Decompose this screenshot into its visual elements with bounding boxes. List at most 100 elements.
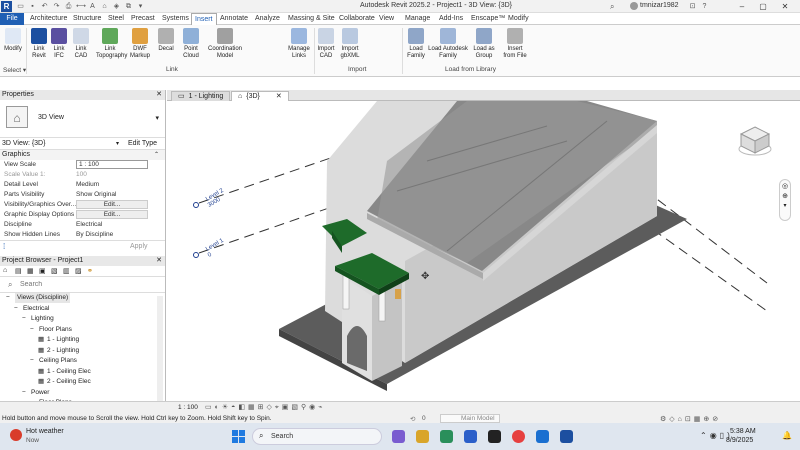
collapse-toggle-icon[interactable]: − [30,325,34,335]
viewcube-icon[interactable] [737,123,773,159]
tab-insert[interactable]: Insert [191,13,217,25]
ribbon-button-modify[interactable]: Modify [2,28,24,53]
search-icon[interactable]: ⌕ [610,2,620,11]
collapse-toggle-icon[interactable]: − [22,314,26,324]
window[interactable] [395,289,401,299]
close-tab-icon[interactable]: ✕ [276,93,282,100]
ribbon-button-link-cad[interactable]: Link CAD [70,28,92,60]
browser-search[interactable]: ⌕ [0,277,165,293]
type-selector[interactable]: ⌂ 3D View ▾ [0,100,165,138]
3d-icon[interactable]: ⌂ [100,2,109,11]
level-2-head[interactable] [193,202,199,208]
tab-architecture[interactable]: Architecture [27,13,70,25]
print-icon[interactable]: ⎙ [64,2,73,11]
property-value[interactable]: Edit... [76,210,148,219]
app-icon[interactable] [464,430,477,443]
property-row[interactable]: Parts Visibility Show Original [0,190,165,200]
property-row[interactable]: Scale Value 1: 100 [0,170,165,180]
table-icon[interactable]: ▦ [27,267,34,275]
revit-taskbar-icon[interactable] [560,430,573,443]
undo-icon[interactable]: ↶ [40,2,49,11]
tab-collaborate[interactable]: Collaborate [336,13,378,25]
revit-logo-icon[interactable]: R [1,1,12,12]
tree-item[interactable]: ▦ 1 - Ceiling Elec [0,367,165,378]
clock-time[interactable]: 5:38 AM [730,428,756,435]
tree-item[interactable]: − Electrical [0,304,165,315]
chrome-icon[interactable] [512,430,525,443]
close-button[interactable]: ✕ [778,1,792,12]
property-value[interactable]: By Discipline [76,230,113,240]
property-value[interactable]: 100 [76,170,87,180]
family-icon[interactable]: ▣ [39,267,46,275]
property-row[interactable]: Detail Level Medium [0,180,165,190]
building-model[interactable]: Level 2 3000 Level 1 0 ✥ [167,100,800,401]
notification-icon[interactable]: 🔔 [782,431,792,440]
tab-structure[interactable]: Structure [70,13,104,25]
group-icon[interactable]: ▧ [51,267,58,275]
property-value[interactable]: 1 : 100 [76,160,148,169]
collapse-icon[interactable]: ⌃ [154,150,159,160]
link-icon[interactable]: ⚭ [87,267,93,275]
taskbar-search[interactable]: ⌕ Search [252,428,382,445]
collapse-toggle-icon[interactable]: − [6,293,10,303]
tree-item[interactable]: ▦ 2 - Ceiling Elec [0,377,165,388]
text-icon[interactable]: A [88,2,97,11]
ribbon-button-load-family[interactable]: Load Family [406,28,426,60]
weather-title[interactable]: Hot weather [26,428,64,435]
user-name[interactable]: tmnizar1982 [640,2,679,9]
ribbon-button-load-as-group[interactable]: Load as Group [470,28,498,60]
maximize-button[interactable]: ▢ [756,1,770,12]
collapse-toggle-icon[interactable]: − [14,304,18,314]
3d-viewport[interactable]: Level 2 3000 Level 1 0 ✥ ◎ ⊕ ▾ [167,100,800,401]
more-icon[interactable]: ▾ [136,2,145,11]
ribbon-button-decal[interactable]: Decal [155,28,177,53]
tab-file[interactable]: File [0,13,24,25]
close-browser-icon[interactable]: ✕ [156,256,162,266]
dropdown-icon[interactable]: ▾ [116,140,119,147]
tab-massing-site[interactable]: Massing & Site [285,13,338,25]
tab-add-ins[interactable]: Add-Ins [436,13,466,25]
home-icon[interactable]: ⌂ [3,267,7,274]
panel-select-label[interactable]: Select ▾ [3,66,26,74]
ribbon-button-import-gbxml[interactable]: Import gbXML [338,28,362,60]
tree-item[interactable]: ▦ 1 - Lighting [0,335,165,346]
steering-wheel-icon[interactable]: ◎ [780,182,790,190]
ribbon-button-link-ifc[interactable]: Link IFC [50,28,68,60]
app-icon[interactable] [440,430,453,443]
tree-item[interactable]: −Floor Plans [0,325,165,336]
ribbon-button-dwf-markup[interactable]: DWF Markup [127,28,153,60]
ribbon-button-manage-links[interactable]: Manage Links [286,28,312,60]
level-1-head[interactable] [193,252,199,258]
view-selector[interactable]: 3D View: {3D} [2,140,45,147]
close-hidden-icon[interactable]: ⧉ [124,2,133,11]
ribbon-button-point-cloud[interactable]: Point Cloud [180,28,202,60]
tree-item[interactable]: − Power [0,388,165,399]
edit-type-button[interactable]: Edit Type [128,140,157,147]
help-icon[interactable]: ? [700,2,709,11]
view-control-icons[interactable]: ▭◐☀◓◧▦⊞◇⌖▣▧⚲◉⌁ [205,403,325,412]
tab-3d[interactable]: ⌂ {3D} ✕ [231,91,289,101]
ribbon-button-link-topography[interactable]: Link Topography [96,28,127,60]
property-value[interactable]: Medium [76,180,99,190]
view-scale[interactable]: 1 : 100 [178,404,198,411]
open-icon[interactable]: ▭ [16,2,25,11]
collapse-toggle-icon[interactable]: − [22,388,26,398]
tray-icons[interactable]: ⌃◉▯) [700,431,733,440]
help-properties-icon[interactable]: ⁞ [3,242,5,251]
tab-enscape[interactable]: Enscape™ [468,13,508,25]
redo-icon[interactable]: ↷ [52,2,61,11]
viewcube[interactable] [737,123,773,159]
app-icon[interactable] [392,430,405,443]
weather-icon[interactable] [10,429,22,441]
tab-manage[interactable]: Manage [402,13,433,25]
ribbon-button-import-cad[interactable]: Import CAD [316,28,336,60]
close-properties-icon[interactable]: ✕ [156,90,162,100]
tab-view[interactable]: View [376,13,397,25]
tree-item[interactable]: − Views (Discipline) [0,293,165,304]
ribbon-button-load-autodesk-family[interactable]: Load Autodesk Family [428,28,468,60]
tab-precast[interactable]: Precast [128,13,158,25]
property-row[interactable]: Show Hidden Lines By Discipline [0,230,165,240]
selection-filter-icons[interactable]: ⚙◇⌂⊡▦⊕⊘ [660,415,721,423]
property-row[interactable]: Discipline Electrical [0,220,165,230]
tree-item[interactable]: − Lighting [0,314,165,325]
